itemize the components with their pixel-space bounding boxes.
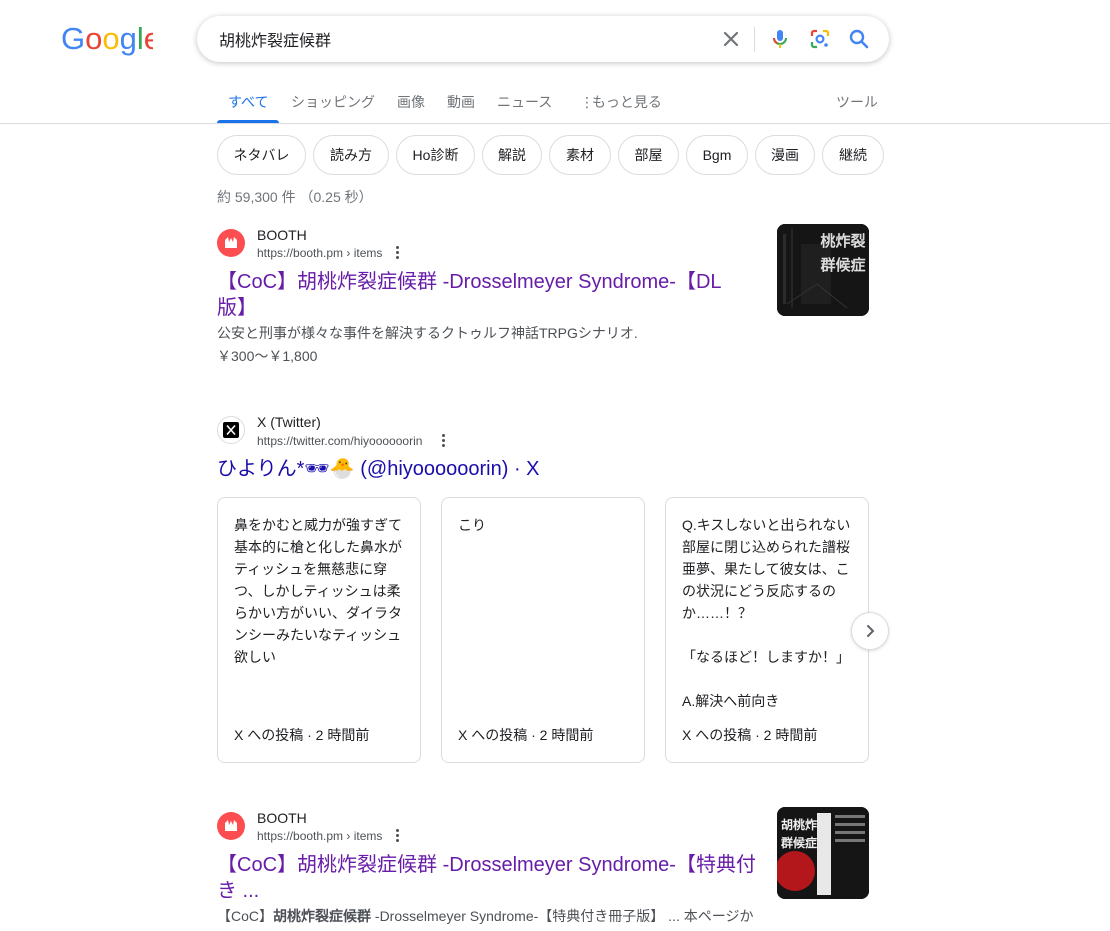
tweet-card[interactable]: こり X への投稿 · 2 時間前 (441, 497, 645, 763)
google-logo-art: Google (61, 21, 161, 56)
more-vert-icon: ⋮ (580, 94, 594, 110)
thumbnail-title: 群候症 (780, 835, 817, 850)
tabs-divider (0, 123, 1110, 124)
result-snippet: 公安と刑事が様々な事件を解決するクトゥルフ神話TRPGシナリオ. (217, 325, 638, 341)
snippet-prefix: 【CoC】 (217, 908, 274, 924)
search-tabs: すべて ショッピング 画像 動画 ニュース ⋮ もっと見る ツール (0, 86, 1110, 124)
chip-netabare[interactable]: ネタバレ (217, 135, 306, 175)
svg-text:Google: Google (61, 22, 153, 56)
tab-more[interactable]: ⋮ もっと見る (580, 92, 662, 112)
more-options-icon[interactable] (437, 434, 449, 450)
site-url: https://twitter.com/hiyoooooorin (257, 434, 423, 448)
chip-manga[interactable]: 漫画 (755, 135, 815, 175)
snippet-highlight: 胡桃炸裂症候群 (273, 908, 372, 924)
microphone-icon[interactable] (768, 27, 792, 51)
chip-heya[interactable]: 部屋 (618, 135, 679, 175)
tweet-meta: X への投稿 · 2 時間前 (234, 727, 370, 743)
tweet-text: こり (458, 517, 486, 533)
result-thumbnail[interactable]: 桃炸裂 群候症 (777, 224, 869, 316)
tab-shopping[interactable]: ショッピング (291, 92, 375, 112)
result-title-link[interactable]: 【CoC】胡桃炸裂症候群 -Drosselmeyer Syndrome-【特典付… (217, 852, 756, 904)
thumbnail-art: 胡桃炸 群候症 (777, 807, 869, 899)
google-logo[interactable]: Google (61, 21, 161, 56)
chip-keizoku[interactable]: 継続 (822, 135, 884, 175)
result-title-link[interactable]: 【CoC】胡桃炸裂症候群 -Drosselmeyer Syndrome-【DL … (217, 269, 722, 321)
tweet-text: Q.キスしないと出られない 部屋に閉じ込められた譜桜 亜夢、果たして彼女は、こ … (682, 517, 851, 709)
site-url: https://booth.pm › items (257, 829, 383, 843)
tweet-meta: X への投稿 · 2 時間前 (458, 727, 594, 743)
tab-news[interactable]: ニュース (497, 92, 552, 112)
search-box (197, 16, 889, 62)
result-thumbnail[interactable]: 胡桃炸 群候症 (777, 807, 869, 899)
booth-favicon-icon (217, 812, 245, 840)
result-snippet: 【CoC】胡桃炸裂症候群 -Drosselmeyer Syndrome-【特典付… (217, 905, 753, 927)
thumbnail-title: 胡桃炸 (781, 817, 817, 832)
more-options-icon[interactable] (391, 829, 403, 845)
carousel-next-button[interactable] (851, 612, 889, 650)
booth-favicon-icon (217, 229, 245, 257)
x-favicon-icon (217, 416, 245, 444)
site-name: BOOTH (257, 227, 307, 243)
result-title-line: 【CoC】胡桃炸裂症候群 -Drosselmeyer Syndrome-【DL (217, 271, 722, 293)
tools-button[interactable]: ツール (836, 92, 878, 112)
thumbnail-title: 桃炸裂 (820, 232, 865, 250)
search-input[interactable] (219, 16, 699, 62)
lens-icon[interactable] (808, 27, 832, 51)
result-title-line: 版】 (217, 297, 257, 319)
more-options-icon[interactable] (391, 246, 403, 262)
tab-all[interactable]: すべて (228, 92, 268, 112)
thumbnail-title: 群候症 (820, 256, 865, 274)
result-stats: 約 59,300 件 （0.25 秒） (217, 189, 373, 205)
site-name: X (Twitter) (257, 414, 321, 430)
tab-videos[interactable]: 動画 (447, 92, 475, 112)
result-title-link[interactable]: ひよりん*🕶🐣 (@hiyoooooorin) · X (217, 456, 540, 482)
tab-images[interactable]: 画像 (397, 92, 425, 112)
tweet-meta: X への投稿 · 2 時間前 (682, 727, 818, 743)
chip-yomikata[interactable]: 読み方 (313, 135, 389, 175)
chip-sozai[interactable]: 素材 (549, 135, 611, 175)
tweet-card[interactable]: Q.キスしないと出られない 部屋に閉じ込められた譜桜 亜夢、果たして彼女は、こ … (665, 497, 869, 763)
search-divider (754, 27, 755, 52)
result-title-line: き ... (217, 880, 260, 902)
chip-kaisetsu[interactable]: 解説 (482, 135, 542, 175)
tab-more-label: もっと見る (591, 94, 662, 110)
chevron-right-icon (867, 625, 875, 637)
site-url: https://booth.pm › items (257, 246, 383, 260)
result-title-line: 【CoC】胡桃炸裂症候群 -Drosselmeyer Syndrome-【特典付 (217, 854, 756, 876)
search-icon[interactable] (847, 27, 871, 51)
clear-icon[interactable] (719, 27, 743, 51)
tweet-text: 鼻をかむと威力が強すぎて 基本的に槍と化した鼻水が ティッシュを無慈悲に穿 つ、… (234, 517, 402, 665)
snippet-suffix: -Drosselmeyer Syndrome-【特典付き冊子版】 ... 本ペー… (371, 908, 754, 924)
tweet-card[interactable]: 鼻をかむと威力が強すぎて 基本的に槍と化した鼻水が ティッシュを無慈悲に穿 つ、… (217, 497, 421, 763)
chip-ho-shindan[interactable]: Ho診断 (396, 135, 475, 175)
chip-bgm[interactable]: Bgm (686, 135, 748, 175)
site-name: BOOTH (257, 810, 307, 826)
thumbnail-art: 桃炸裂 群候症 (777, 224, 869, 316)
result-price: ￥300～￥1,800 (217, 348, 318, 364)
